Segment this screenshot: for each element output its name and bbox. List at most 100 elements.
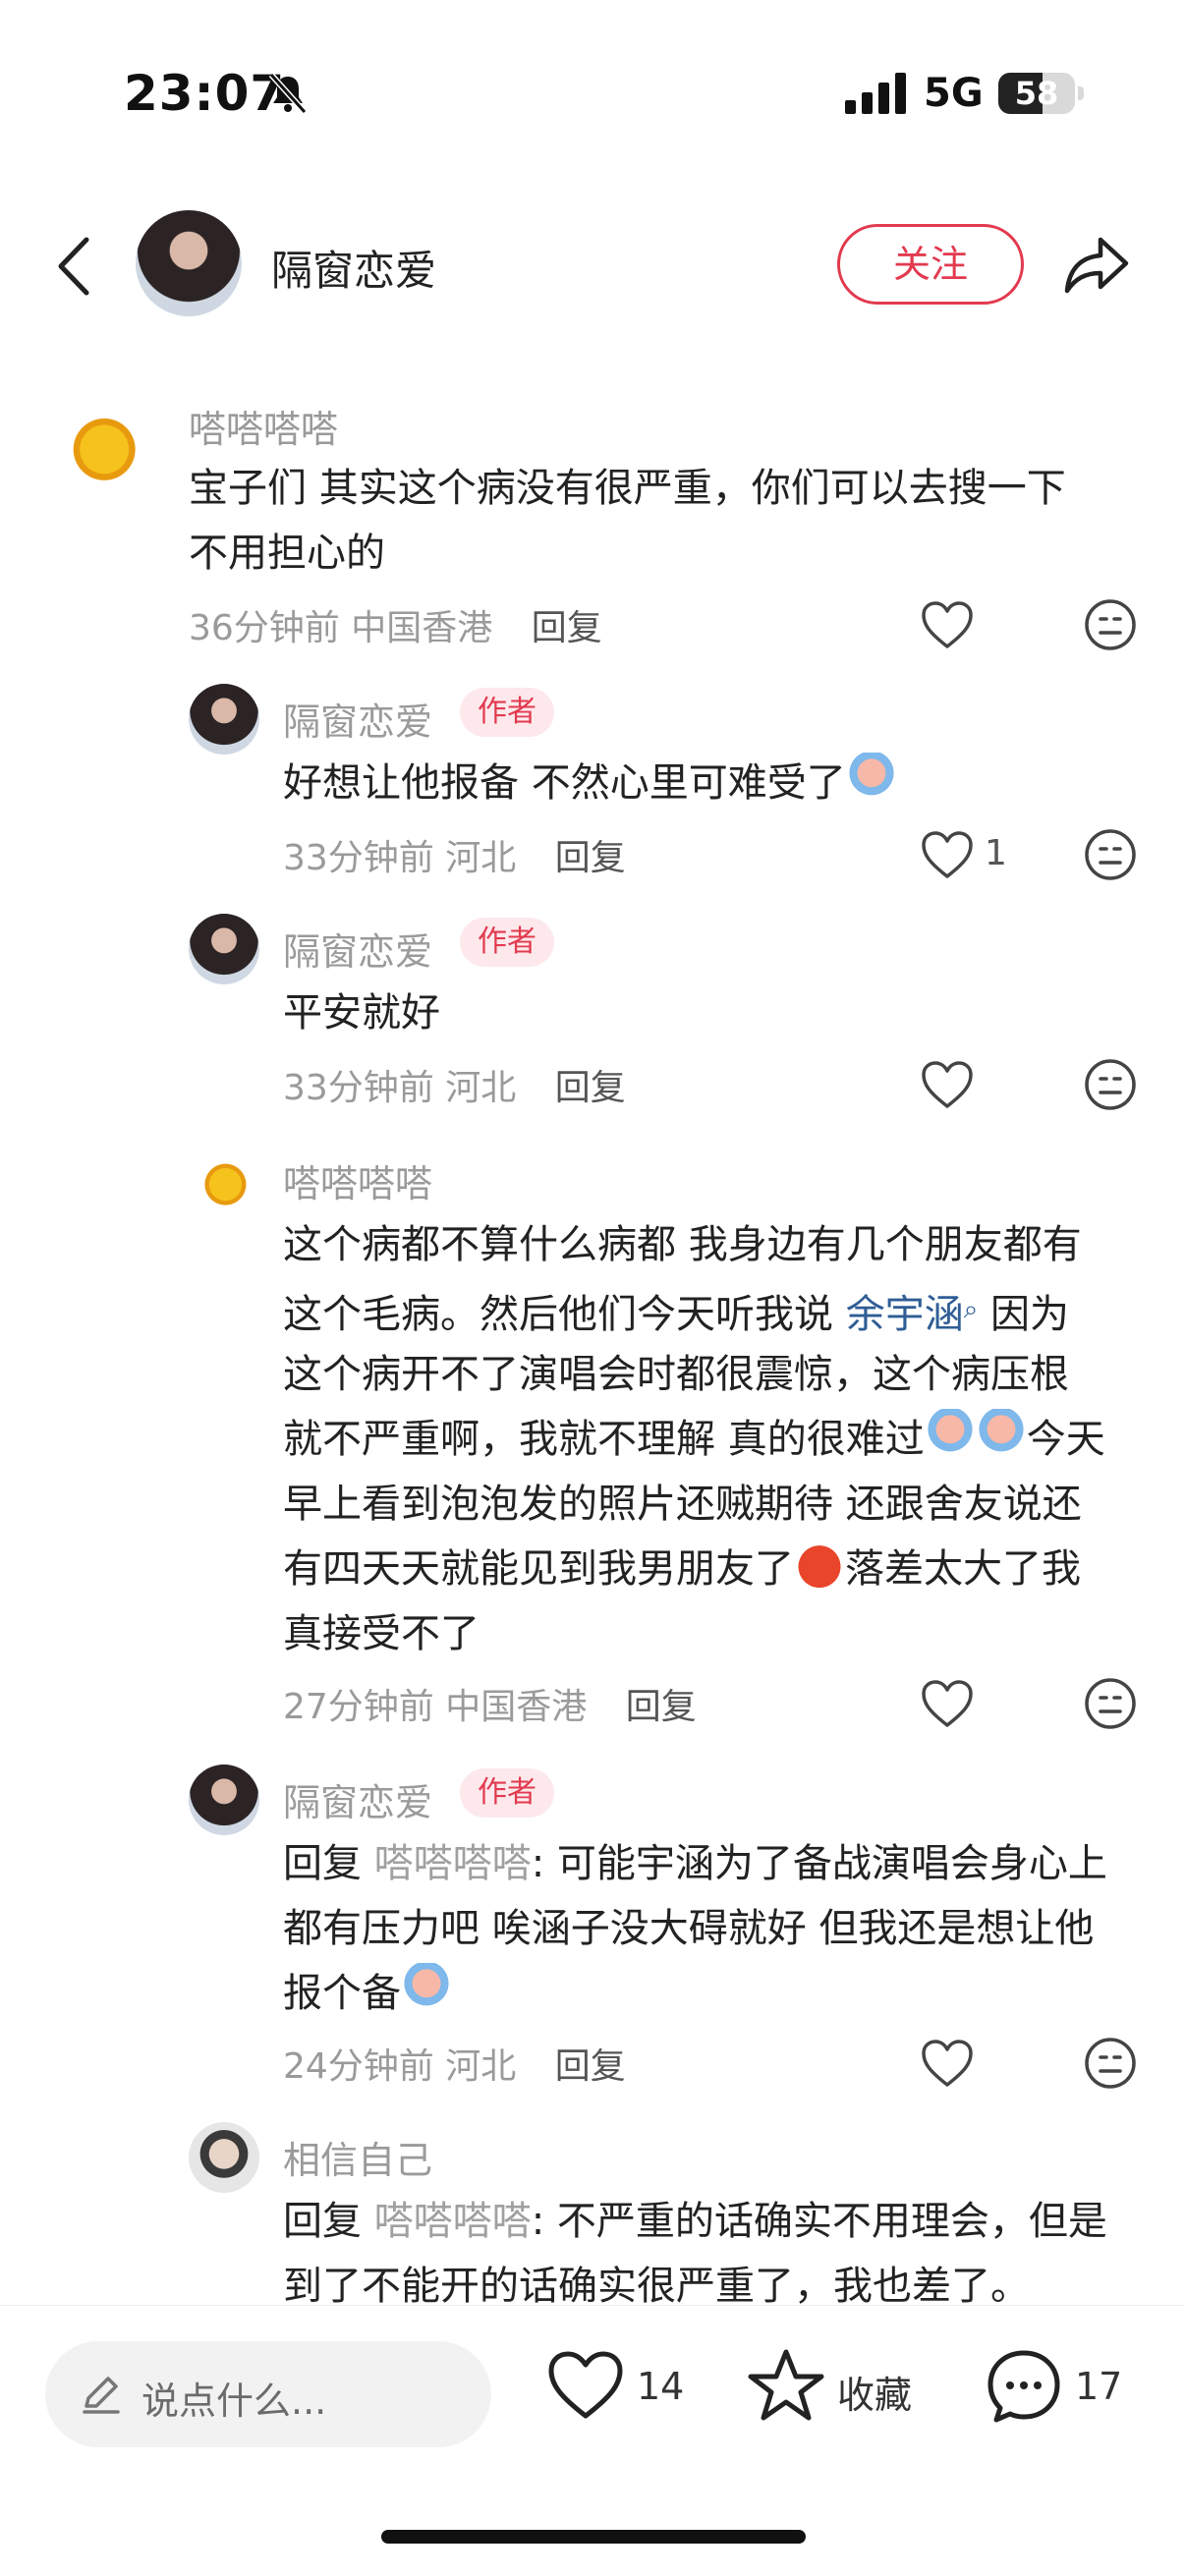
comment-text-part: : 可能宇涵为了备战演唱会身心上 <box>531 1841 1107 1886</box>
avatar[interactable] <box>49 391 155 497</box>
comment-meta: 24分钟前 河北 回复 <box>283 2038 626 2089</box>
comment-meta: 33分钟前 河北 回复 <box>283 1059 626 1110</box>
crying-emoji-icon <box>401 1963 452 2014</box>
comment-text-line: 有四天天就能见到我男朋友了 落差太大了我 <box>283 1537 1081 1601</box>
post-comment-count: 17 <box>1075 2365 1123 2408</box>
comment-text-line: 宝子们 其实这个病没有很严重，你们可以去搜一下 <box>189 466 1066 511</box>
avatar[interactable] <box>189 2122 259 2193</box>
back-icon[interactable] <box>49 232 98 301</box>
comment-text-line: 这个病都不算什么病都 我身边有几个朋友都有 <box>283 1222 1082 1267</box>
follow-button[interactable]: 关注 <box>837 224 1024 305</box>
reply-button[interactable]: 回复 <box>555 1068 626 1108</box>
angry-devil-emoji-icon <box>794 1539 845 1590</box>
author-tag: 作者 <box>460 688 554 737</box>
comment-text: 平安就好 <box>283 990 440 1036</box>
avatar[interactable] <box>189 1146 259 1216</box>
comment-input[interactable]: 说点什么... <box>45 2341 491 2447</box>
reply-prefix: 回复 <box>283 1841 374 1886</box>
author-name[interactable]: 隔窗恋爱 <box>271 238 436 298</box>
avatar[interactable] <box>189 684 259 755</box>
heart-icon[interactable] <box>920 599 975 650</box>
reply-button[interactable]: 回复 <box>555 2046 626 2087</box>
comment-location: 河北 <box>445 1068 517 1108</box>
crying-emoji-icon <box>924 1409 976 1460</box>
author-avatar[interactable] <box>136 210 242 316</box>
heart-icon[interactable] <box>920 1059 975 1110</box>
star-icon[interactable] <box>747 2347 825 2424</box>
bottom-action-bar: 说点什么... 14 收藏 17 <box>0 2305 1185 2576</box>
comment-username[interactable]: 相信自己 <box>283 2130 432 2184</box>
comment-icon[interactable] <box>985 2347 1063 2426</box>
comment-meta: 27分钟前 中国香港 回复 <box>283 1678 697 1729</box>
avatar[interactable] <box>189 1764 259 1835</box>
comment-meta: 36分钟前 中国香港 回复 <box>189 599 602 650</box>
bell-muted-icon <box>268 72 308 115</box>
topic-link[interactable]: 余宇涵 <box>846 1292 964 1337</box>
face-icon[interactable] <box>1083 1676 1138 1731</box>
pencil-icon <box>83 2377 120 2414</box>
reply-to-username[interactable]: 嗒嗒嗒嗒 <box>374 2199 532 2244</box>
comment-text-part: 这个毛病。然后他们今天听我说 <box>283 1292 846 1337</box>
network-type: 5G <box>924 71 984 116</box>
comment-time: 33分钟前 <box>283 838 434 878</box>
author-tag: 作者 <box>460 1768 554 1818</box>
battery-nub <box>1078 86 1084 100</box>
battery-icon: 58 <box>998 73 1084 114</box>
comment-username[interactable]: 嗒嗒嗒嗒 <box>189 399 338 453</box>
comment-location: 河北 <box>445 838 517 878</box>
face-icon[interactable] <box>1083 597 1138 652</box>
like-count: 1 <box>985 833 1007 873</box>
comment-text-line: 这个病开不了演唱会时都很震惊，这个病压根 <box>283 1352 1069 1397</box>
comment-text-line: 这个毛病。然后他们今天听我说 余宇涵⌕ 因为 <box>283 1277 1069 1347</box>
comment-username[interactable]: 隔窗恋爱 <box>283 1772 432 1826</box>
signal-icon <box>845 73 906 114</box>
comment-location: 中国香港 <box>351 608 493 648</box>
like-icon[interactable] <box>546 2349 625 2422</box>
comment-text-content: 好想让他报备 不然心里可难受了 <box>283 760 846 806</box>
face-icon[interactable] <box>1083 827 1138 882</box>
crying-emoji-icon <box>845 753 897 804</box>
face-icon[interactable] <box>1083 2036 1138 2091</box>
comment-username[interactable]: 隔窗恋爱 <box>283 922 432 976</box>
comment-time: 27分钟前 <box>283 1687 434 1727</box>
comment-text-part: : 不严重的话确实不用理会，但是 <box>531 2199 1107 2244</box>
comment-time: 24分钟前 <box>283 2046 434 2087</box>
status-bar: 23:07 5G 58 <box>0 0 1185 196</box>
collect-label[interactable]: 收藏 <box>837 2365 912 2419</box>
comment-text-line: 早上看到泡泡发的照片还贼期待 还跟舍友说还 <box>283 1482 1082 1527</box>
comment-text-line: 就不严重啊，我就不理解 真的很难过 今天 <box>283 1407 1105 1472</box>
search-icon: ⌕ <box>963 1295 979 1324</box>
heart-icon[interactable] <box>920 829 975 880</box>
comment-meta: 33分钟前 河北 回复 <box>283 829 626 880</box>
status-time: 23:07 <box>124 65 286 122</box>
comment-input-placeholder: 说点什么... <box>141 2380 327 2423</box>
share-icon[interactable] <box>1061 230 1132 301</box>
face-icon[interactable] <box>1083 1057 1138 1112</box>
comment-username[interactable]: 隔窗恋爱 <box>283 692 432 746</box>
reply-button[interactable]: 回复 <box>532 608 602 648</box>
comment-text-line: 回复 嗒嗒嗒嗒: 不严重的话确实不用理会，但是 <box>283 2189 1107 2254</box>
comment-text-part: 因为 <box>978 1292 1069 1337</box>
reply-button[interactable]: 回复 <box>626 1687 697 1727</box>
battery-level: 58 <box>1014 75 1059 112</box>
comment-text-line: 真接受不了 <box>283 1611 480 1656</box>
reply-to-username[interactable]: 嗒嗒嗒嗒 <box>374 1841 532 1886</box>
reply-prefix: 回复 <box>283 2199 374 2244</box>
heart-icon[interactable] <box>920 1678 975 1729</box>
comment-time: 36分钟前 <box>189 608 340 648</box>
comment-text-part: 报个备 <box>283 1971 401 2016</box>
comment-text-part: 落差太大了我 <box>845 1546 1081 1592</box>
comment-text-line: 都有压力吧 唉涵子没大碍就好 但我还是想让他 <box>283 1906 1095 1951</box>
reply-button[interactable]: 回复 <box>555 838 626 878</box>
heart-icon[interactable] <box>920 2038 975 2089</box>
comment-location: 河北 <box>445 2046 517 2087</box>
nav-bar: 隔窗恋爱 关注 <box>0 196 1185 334</box>
comment-text: 好想让他报备 不然心里可难受了 <box>283 751 897 815</box>
crying-emoji-icon <box>975 1409 1027 1460</box>
home-indicator <box>381 2530 806 2544</box>
avatar[interactable] <box>189 914 259 984</box>
comment-username[interactable]: 嗒嗒嗒嗒 <box>283 1153 432 1207</box>
comment-time: 33分钟前 <box>283 1068 434 1108</box>
comment-text-part: 今天 <box>1026 1417 1105 1462</box>
author-tag: 作者 <box>460 918 554 967</box>
